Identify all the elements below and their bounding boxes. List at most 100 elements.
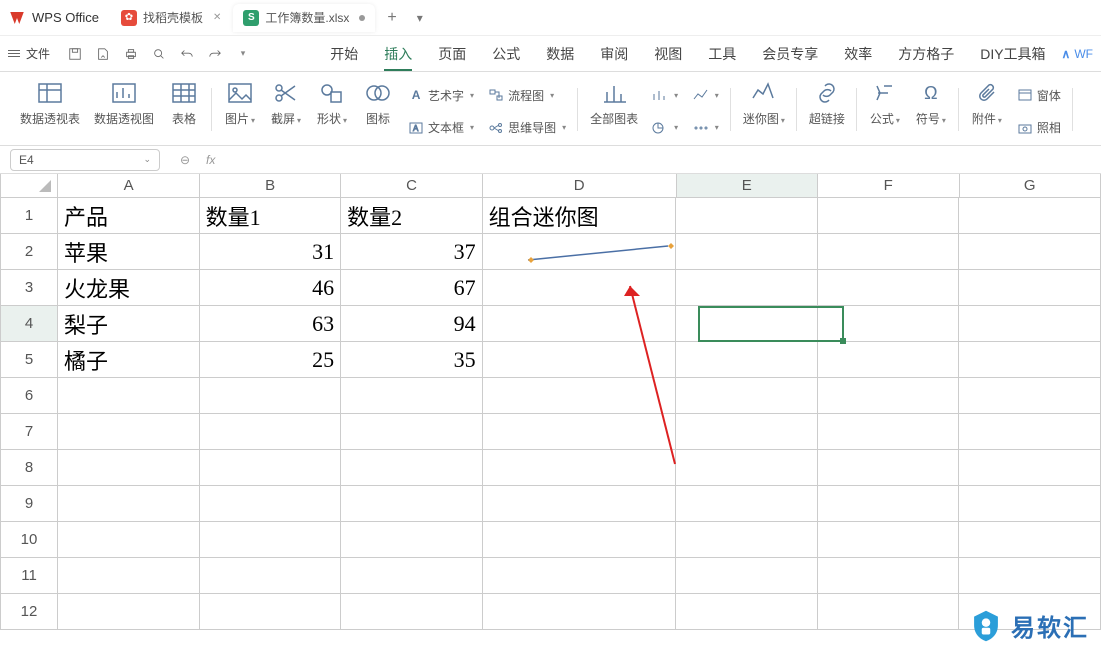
tab-review[interactable]: 审阅: [600, 38, 628, 70]
pivot-chart-button[interactable]: 数据透视图: [94, 80, 154, 143]
row-header[interactable]: 5: [0, 342, 58, 378]
cell[interactable]: [959, 306, 1101, 342]
cell[interactable]: [818, 234, 960, 270]
close-icon[interactable]: ✕: [213, 12, 221, 23]
preview-icon[interactable]: [150, 47, 168, 61]
cell[interactable]: [676, 270, 818, 306]
cell[interactable]: 数量1: [200, 198, 342, 234]
cell[interactable]: [341, 414, 483, 450]
cell[interactable]: [676, 198, 818, 234]
cell[interactable]: 31: [200, 234, 342, 270]
wordart-button[interactable]: A艺术字▾: [408, 80, 474, 111]
cell[interactable]: [200, 414, 342, 450]
bar-chart-icon[interactable]: [652, 88, 668, 102]
cell[interactable]: [959, 234, 1101, 270]
tab-formula[interactable]: 公式: [492, 38, 520, 70]
tab-diy[interactable]: DIY工具箱: [980, 38, 1045, 70]
cell[interactable]: [676, 342, 818, 378]
table-button[interactable]: 表格: [168, 80, 200, 143]
row-header[interactable]: 12: [0, 594, 58, 630]
tab-menu-button[interactable]: ▾: [407, 11, 433, 25]
cell[interactable]: [483, 270, 677, 306]
cell[interactable]: [483, 558, 677, 594]
cell[interactable]: 37: [341, 234, 483, 270]
cell[interactable]: [676, 486, 818, 522]
cell[interactable]: [676, 414, 818, 450]
cell[interactable]: 苹果: [58, 234, 200, 270]
row-header[interactable]: 4: [0, 306, 58, 342]
cell[interactable]: [341, 450, 483, 486]
cell[interactable]: [58, 558, 200, 594]
cell[interactable]: [818, 522, 960, 558]
cell[interactable]: [200, 486, 342, 522]
cell[interactable]: [959, 378, 1101, 414]
tab-start[interactable]: 开始: [330, 38, 358, 70]
all-charts-button[interactable]: 全部图表: [590, 80, 638, 143]
col-header[interactable]: E: [677, 174, 818, 198]
tab-member[interactable]: 会员专享: [762, 38, 818, 70]
row-header[interactable]: 3: [0, 270, 58, 306]
cell[interactable]: [341, 558, 483, 594]
col-header[interactable]: D: [483, 174, 677, 198]
cell[interactable]: [483, 342, 677, 378]
print-icon[interactable]: [122, 47, 140, 61]
attachment-button[interactable]: 附件▾: [971, 80, 1003, 143]
pie-chart-icon[interactable]: [652, 121, 668, 135]
cell[interactable]: [341, 522, 483, 558]
cell[interactable]: [959, 450, 1101, 486]
flowchart-button[interactable]: 流程图▾: [488, 80, 566, 111]
symbol-button[interactable]: Ω符号▾: [915, 80, 947, 143]
cell[interactable]: [58, 378, 200, 414]
cell[interactable]: [959, 270, 1101, 306]
row-header[interactable]: 8: [0, 450, 58, 486]
mindmap-button[interactable]: 思维导图▾: [488, 113, 566, 144]
col-header[interactable]: G: [960, 174, 1101, 198]
cell[interactable]: 46: [200, 270, 342, 306]
cell[interactable]: [58, 486, 200, 522]
row-header[interactable]: 2: [0, 234, 58, 270]
cell[interactable]: [341, 378, 483, 414]
shapes-button[interactable]: 形状▾: [316, 80, 348, 143]
row-header[interactable]: 11: [0, 558, 58, 594]
cell[interactable]: 63: [200, 306, 342, 342]
cell[interactable]: [959, 198, 1101, 234]
cell[interactable]: [959, 414, 1101, 450]
hamburger-icon[interactable]: [8, 50, 20, 57]
cell[interactable]: [959, 558, 1101, 594]
cell[interactable]: [818, 378, 960, 414]
cell[interactable]: [483, 306, 677, 342]
cell[interactable]: [676, 450, 818, 486]
camera-button[interactable]: 照相: [1017, 113, 1061, 144]
cell[interactable]: [58, 594, 200, 630]
fx-icon[interactable]: fx: [206, 153, 224, 167]
undo-icon[interactable]: [178, 47, 196, 61]
cell[interactable]: [676, 558, 818, 594]
cell[interactable]: [676, 522, 818, 558]
picture-button[interactable]: 图片▾: [224, 80, 256, 143]
cell[interactable]: 橘子: [58, 342, 200, 378]
cancel-icon[interactable]: ⊖: [180, 153, 198, 167]
cell[interactable]: [676, 594, 818, 630]
line-chart-icon[interactable]: [693, 88, 709, 102]
new-tab-button[interactable]: +: [377, 9, 406, 27]
tab-insert[interactable]: 插入: [384, 38, 412, 70]
cell[interactable]: [200, 378, 342, 414]
tab-template[interactable]: ✿ 找稻壳模板 ✕: [111, 4, 231, 32]
col-header[interactable]: A: [58, 174, 199, 198]
textbox-button[interactable]: A文本框▾: [408, 113, 474, 144]
name-box[interactable]: E4 ⌄: [10, 149, 160, 171]
screenshot-button[interactable]: 截屏▾: [270, 80, 302, 143]
col-header[interactable]: F: [818, 174, 959, 198]
cell[interactable]: 67: [341, 270, 483, 306]
row-header[interactable]: 9: [0, 486, 58, 522]
cell[interactable]: 数量2: [341, 198, 483, 234]
cell[interactable]: [959, 522, 1101, 558]
cell[interactable]: 产品: [58, 198, 200, 234]
cell[interactable]: [58, 522, 200, 558]
cell[interactable]: [959, 486, 1101, 522]
export-icon[interactable]: [94, 47, 112, 61]
more-charts-icon[interactable]: [693, 121, 709, 135]
cell[interactable]: [818, 198, 960, 234]
cell[interactable]: [483, 234, 677, 270]
cell[interactable]: [818, 486, 960, 522]
